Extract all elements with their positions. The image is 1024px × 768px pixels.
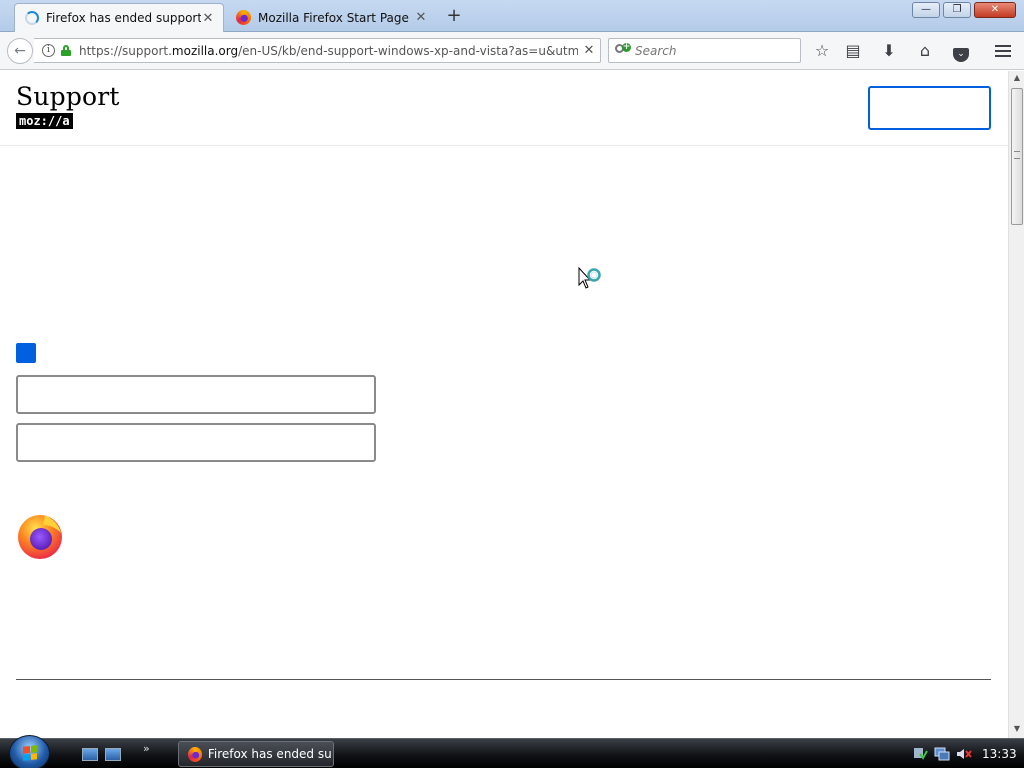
- firefox-favicon-icon: [236, 10, 251, 25]
- url-text[interactable]: https://support.mozilla.org/en-US/kb/end…: [79, 44, 578, 58]
- site-info-icon[interactable]: i: [42, 44, 55, 57]
- window-controls: — ❐ ✕: [912, 2, 1016, 18]
- lock-icon[interactable]: [61, 45, 71, 56]
- network-icon[interactable]: [934, 747, 950, 761]
- windows-taskbar: » Firefox has ended su... 13:33: [0, 735, 1024, 768]
- bookmark-star-icon[interactable]: ☆: [811, 41, 833, 61]
- stop-loading-icon[interactable]: ✕: [578, 43, 600, 58]
- menu-icon[interactable]: [992, 42, 1014, 62]
- restore-button[interactable]: ❐: [943, 2, 971, 18]
- footer-divider: [16, 679, 991, 680]
- download-icon[interactable]: ⬇: [878, 41, 900, 61]
- site-header: Support moz://a: [0, 71, 1008, 146]
- tab-label: Firefox has ended support f...: [46, 11, 201, 25]
- close-window-button[interactable]: ✕: [974, 2, 1016, 18]
- navigation-toolbar: ← i https://support.mozilla.org/en-US/kb…: [0, 32, 1024, 70]
- loading-spinner-icon: [25, 11, 39, 25]
- search-placeholder: Search: [635, 43, 677, 58]
- firefox-taskbar-icon: [188, 746, 202, 762]
- windows-logo-icon: [23, 745, 37, 761]
- tab-strip: Firefox has ended support f... ✕ Mozilla…: [0, 0, 1024, 32]
- taskbar-firefox-button[interactable]: Firefox has ended su...: [178, 741, 334, 767]
- blue-checkbox[interactable]: [16, 343, 36, 363]
- show-desktop-icon[interactable]: [82, 748, 98, 761]
- page-viewport: Support moz://a: [0, 71, 1008, 738]
- close-tab-icon[interactable]: ✕: [201, 11, 215, 26]
- switch-windows-icon[interactable]: [105, 748, 121, 761]
- scroll-down-icon[interactable]: ▼: [1009, 724, 1024, 736]
- back-arrow-icon: ←: [14, 43, 26, 59]
- grip-icon: [1014, 151, 1020, 159]
- tab-label: Mozilla Firefox Start Page: [258, 10, 409, 25]
- vertical-scrollbar[interactable]: ▲ ▼: [1008, 71, 1024, 738]
- header-action-button[interactable]: [868, 86, 991, 130]
- url-bar[interactable]: i https://support.mozilla.org/en-US/kb/e…: [34, 38, 601, 63]
- new-tab-button[interactable]: +: [444, 5, 464, 27]
- security-shield-icon[interactable]: [912, 747, 928, 761]
- search-engine-icon[interactable]: +: [615, 42, 631, 58]
- url-domain: mozilla.org: [171, 43, 239, 58]
- back-button[interactable]: ←: [7, 38, 33, 64]
- pocket-button[interactable]: ⌄: [950, 41, 972, 62]
- search-input[interactable]: + Search: [608, 38, 801, 63]
- scroll-up-icon[interactable]: ▲: [1009, 73, 1024, 85]
- close-tab-icon[interactable]: ✕: [414, 10, 428, 25]
- taskbar-task-label: Firefox has ended su...: [207, 747, 333, 761]
- clock[interactable]: 13:33: [982, 747, 1017, 761]
- tab-firefox-support[interactable]: Firefox has ended support f... ✕: [14, 3, 224, 32]
- quick-launch-more-icon[interactable]: »: [143, 742, 150, 755]
- minimize-button[interactable]: —: [912, 2, 940, 18]
- start-button[interactable]: [9, 735, 50, 768]
- busy-cursor-icon: [578, 267, 601, 289]
- url-prefix: https://support.: [79, 43, 172, 58]
- volume-muted-icon[interactable]: [956, 747, 972, 761]
- reading-list-icon[interactable]: ▤: [842, 41, 864, 61]
- home-icon[interactable]: ⌂: [914, 41, 936, 61]
- scrollbar-thumb[interactable]: [1011, 88, 1023, 225]
- text-field-2[interactable]: [16, 423, 376, 462]
- url-path: /en-US/kb/end-support-windows-xp-and-vis…: [238, 43, 578, 58]
- text-field-1[interactable]: [16, 375, 376, 414]
- pocket-icon: ⌄: [953, 48, 969, 62]
- tab-mozilla-start-page[interactable]: Mozilla Firefox Start Page ✕: [226, 3, 436, 32]
- brand-title[interactable]: Support: [16, 82, 120, 111]
- firefox-logo-icon: [18, 515, 62, 559]
- mozilla-logo[interactable]: moz://a: [16, 113, 73, 129]
- system-tray: 13:33: [912, 739, 1024, 768]
